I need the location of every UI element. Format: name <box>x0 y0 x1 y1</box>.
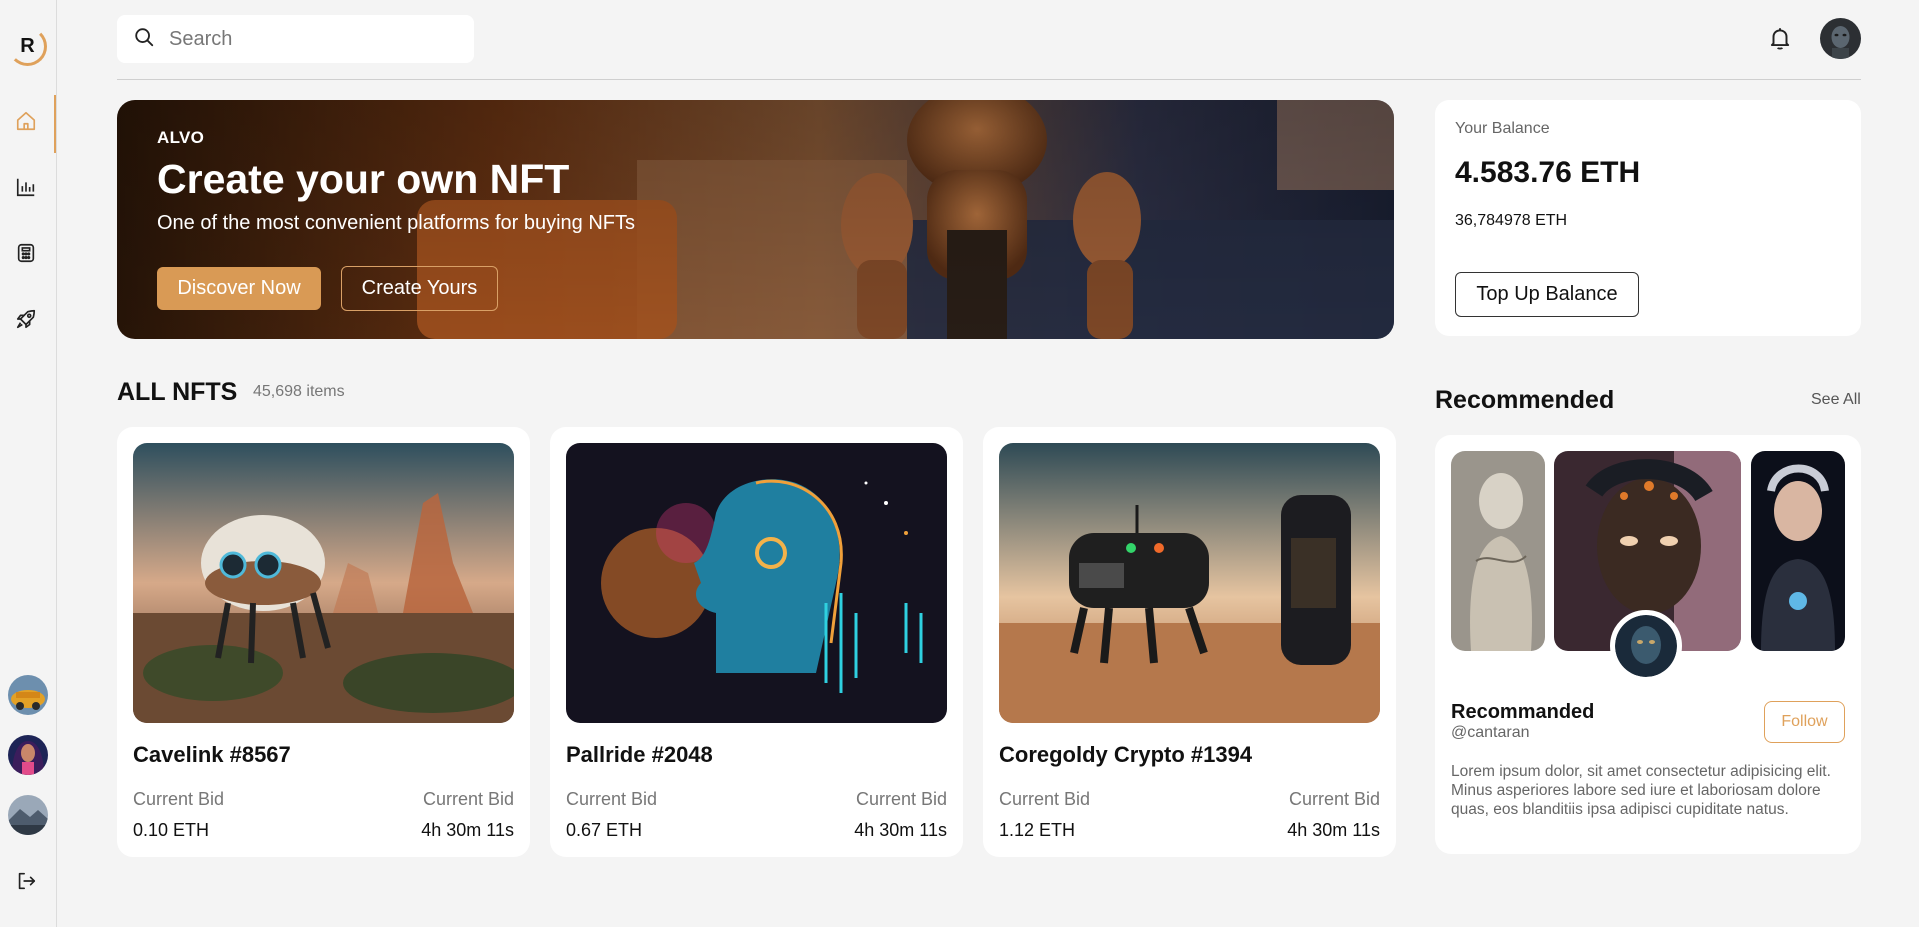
nft-time-label: Current Bid <box>855 789 947 809</box>
nft-card[interactable]: Pallride #2048 Current Bid Current Bid 0… <box>550 427 963 857</box>
rocket-icon[interactable] <box>12 305 40 333</box>
logout-icon[interactable] <box>12 867 40 895</box>
discover-now-button[interactable]: Discover Now <box>157 267 321 310</box>
bell-icon[interactable] <box>1767 24 1793 52</box>
balance-value: 4.583.76 ETH <box>1455 156 1641 189</box>
chart-icon[interactable] <box>12 173 40 201</box>
nft-bid-label: Current Bid <box>133 789 225 809</box>
nft-image <box>566 443 947 723</box>
recommended-title: Recommended <box>1435 386 1615 414</box>
nft-time-remaining: 4h 30m 11s <box>854 820 947 840</box>
search-input[interactable] <box>169 27 449 51</box>
hero-brand: ALVO <box>157 128 205 147</box>
balance-label: Your Balance <box>1455 120 1550 137</box>
sidebar-avatar-2[interactable] <box>8 735 48 775</box>
sidebar-avatar-3[interactable] <box>8 795 48 835</box>
nft-title: Cavelink #8567 <box>133 742 291 767</box>
balance-sub-value: 36,784978 ETH <box>1455 212 1568 229</box>
see-all-link[interactable]: See All <box>1811 391 1861 409</box>
nft-time-remaining: 4h 30m 11s <box>1287 820 1380 840</box>
nft-bid-value: 0.67 ETH <box>566 820 643 840</box>
nft-card[interactable]: Cavelink #8567 Current Bid Current Bid 0… <box>117 427 530 857</box>
nft-title: Pallride #2048 <box>566 742 713 767</box>
top-up-balance-button[interactable]: Top Up Balance <box>1455 272 1639 317</box>
nav-active-indicator <box>54 95 56 153</box>
recommended-name: Recommanded <box>1451 701 1595 723</box>
hero-subtitle: One of the most convenient platforms for… <box>157 212 635 234</box>
recommended-image-1[interactable] <box>1451 451 1545 651</box>
sidebar: R <box>0 0 57 927</box>
sidebar-avatar-1[interactable] <box>8 675 48 715</box>
recommended-handle: @cantaran <box>1451 724 1530 741</box>
search-icon <box>133 26 155 53</box>
nft-time-label: Current Bid <box>1288 789 1380 809</box>
nft-image <box>999 443 1380 723</box>
nft-bid-value: 0.10 ETH <box>133 820 210 840</box>
nft-bid-label: Current Bid <box>999 789 1091 809</box>
nfts-section-title: ALL NFTS <box>117 378 238 406</box>
header-divider <box>117 79 1861 80</box>
nft-image <box>133 443 514 723</box>
nft-time-label: Current Bid <box>422 789 514 809</box>
nft-card[interactable]: Coregoldy Crypto #1394 Current Bid Curre… <box>983 427 1396 857</box>
hero-title: Create your own NFT <box>157 156 570 202</box>
nft-time-remaining: 4h 30m 11s <box>421 820 514 840</box>
create-yours-button[interactable]: Create Yours <box>341 266 498 311</box>
app-logo[interactable]: R <box>8 27 47 66</box>
recommended-description: Lorem ipsum dolor, sit amet consectetur … <box>1451 763 1831 818</box>
home-icon[interactable] <box>12 107 40 135</box>
follow-button[interactable]: Follow <box>1764 701 1845 743</box>
recommended-card: Recommanded @cantaran Follow Lorem ipsum… <box>1435 435 1861 854</box>
balance-card: Your Balance 4.583.76 ETH 36,784978 ETH … <box>1435 100 1861 336</box>
search-bar[interactable] <box>117 15 474 63</box>
nft-bid-label: Current Bid <box>566 789 658 809</box>
nft-title: Coregoldy Crypto #1394 <box>999 742 1253 767</box>
nfts-item-count: 45,698 items <box>253 383 345 400</box>
recommended-image-3[interactable] <box>1751 451 1845 651</box>
user-avatar[interactable] <box>1820 18 1861 59</box>
hero-banner: ALVO Create your own NFT One of the most… <box>117 100 1394 339</box>
calculator-icon[interactable] <box>12 239 40 267</box>
nft-bid-value: 1.12 ETH <box>999 820 1076 840</box>
recommended-avatar[interactable] <box>1610 610 1682 682</box>
